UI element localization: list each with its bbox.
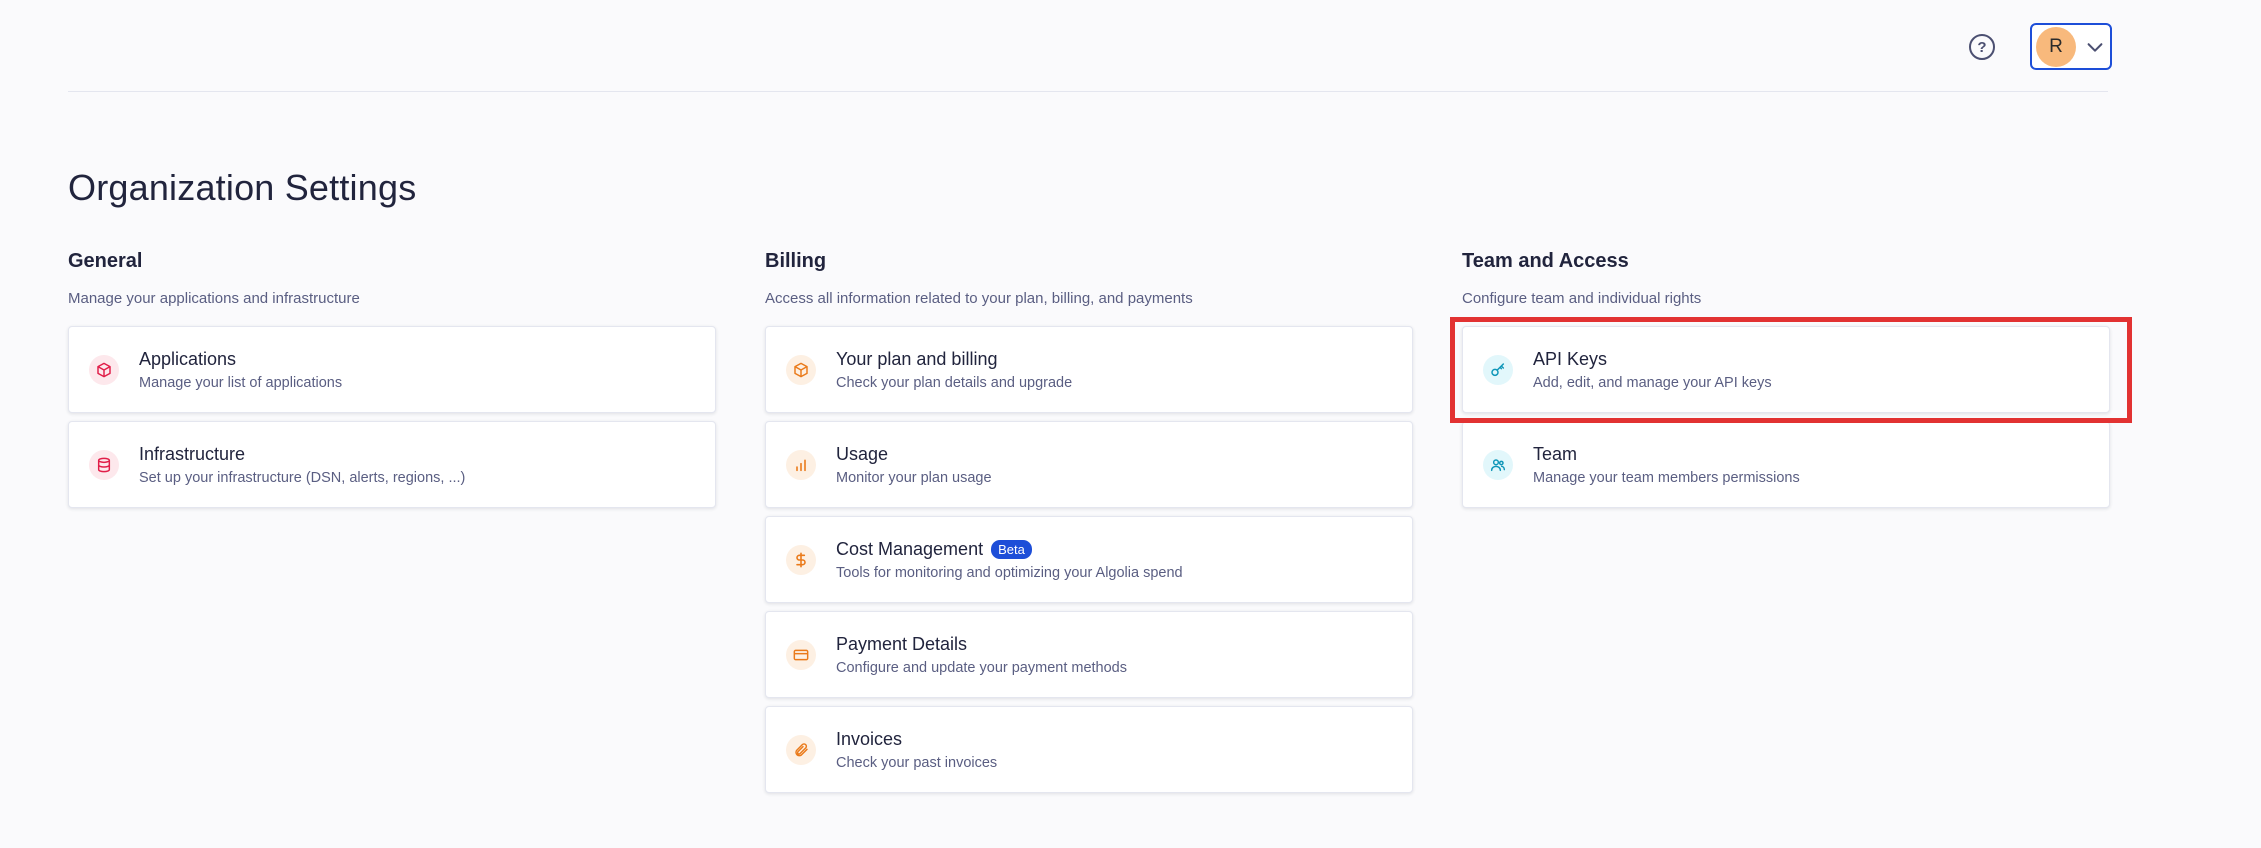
avatar: R [2036,26,2076,67]
section-general: General Manage your applications and inf… [68,250,716,516]
section-title: General [68,250,143,272]
card-payment-details[interactable]: Payment Details Configure and update you… [765,611,1413,698]
card-subtitle: Manage your team members permissions [1533,469,1800,486]
card-api-keys[interactable]: API Keys Add, edit, and manage your API … [1462,326,2110,413]
card-subtitle: Check your past invoices [836,754,998,771]
card-subtitle: Check your plan details and upgrade [836,374,1073,391]
card-text: Payment Details Configure and update you… [836,634,1127,676]
section-title: Team and Access [1462,250,1629,272]
card-text: Invoices Check your past invoices [836,729,997,771]
card-applications[interactable]: Applications Manage your list of applica… [68,326,716,413]
page-title: Organization Settings [68,167,417,208]
dollar-icon [786,544,816,575]
card-cost-management[interactable]: Cost Management Beta Tools for monitorin… [765,516,1413,603]
paperclip-icon [786,734,816,765]
card-usage[interactable]: Usage Monitor your plan usage [765,421,1413,508]
card-list: API Keys Add, edit, and manage your API … [1462,326,2110,508]
beta-badge: Beta [991,539,1032,559]
card-text: Team Manage your team members permission… [1533,444,1800,486]
section-title: Billing [765,250,827,272]
section-description: Access all information related to your p… [765,290,1193,307]
card-title: API Keys [1533,348,1608,369]
credit-card-icon [786,639,816,670]
card-invoices[interactable]: Invoices Check your past invoices [765,706,1413,793]
card-subtitle: Manage your list of applications [139,374,343,391]
organization-settings-page: ? R Organization Settings General Manage… [0,0,2261,848]
box-icon [786,354,816,385]
card-plan-and-billing[interactable]: Your plan and billing Check your plan de… [765,326,1413,413]
card-title: Usage [836,443,889,464]
key-icon [1483,354,1513,385]
section-description: Configure team and individual rights [1462,290,1702,307]
user-menu-button[interactable]: R [2030,23,2112,70]
cube-icon [89,354,119,385]
chevron-down-icon [2087,42,2103,52]
card-text: Cost Management Beta Tools for monitorin… [836,539,1183,581]
card-title: Infrastructure [139,443,246,464]
card-team[interactable]: Team Manage your team members permission… [1462,421,2110,508]
card-title: Invoices [836,728,903,749]
card-subtitle: Set up your infrastructure (DSN, alerts,… [139,469,466,486]
card-list: Your plan and billing Check your plan de… [765,326,1413,793]
card-subtitle: Add, edit, and manage your API keys [1533,374,1772,391]
help-icon[interactable]: ? [1969,34,1995,60]
card-text: Applications Manage your list of applica… [139,349,342,391]
card-title: Payment Details [836,633,968,654]
users-icon [1483,449,1513,480]
database-icon [89,449,119,480]
card-text: Infrastructure Set up your infrastructur… [139,444,465,486]
section-description: Manage your applications and infrastruct… [68,290,360,307]
card-title: Your plan and billing [836,348,998,369]
card-subtitle: Monitor your plan usage [836,469,992,486]
card-list: Applications Manage your list of applica… [68,326,716,508]
bar-chart-icon [786,449,816,480]
card-text: Your plan and billing Check your plan de… [836,349,1072,391]
card-subtitle: Configure and update your payment method… [836,659,1127,676]
card-subtitle: Tools for monitoring and optimizing your… [836,564,1183,581]
card-text: Usage Monitor your plan usage [836,444,992,486]
card-text: API Keys Add, edit, and manage your API … [1533,349,1772,391]
card-title: Cost Management Beta [836,539,1183,560]
card-title-text: Cost Management [836,538,984,559]
card-infrastructure[interactable]: Infrastructure Set up your infrastructur… [68,421,716,508]
top-header [68,0,2108,92]
section-billing: Billing Access all information related t… [765,250,1413,801]
card-title: Team [1533,443,1578,464]
card-title: Applications [139,348,237,369]
section-team-and-access: Team and Access Configure team and indiv… [1462,250,2110,516]
